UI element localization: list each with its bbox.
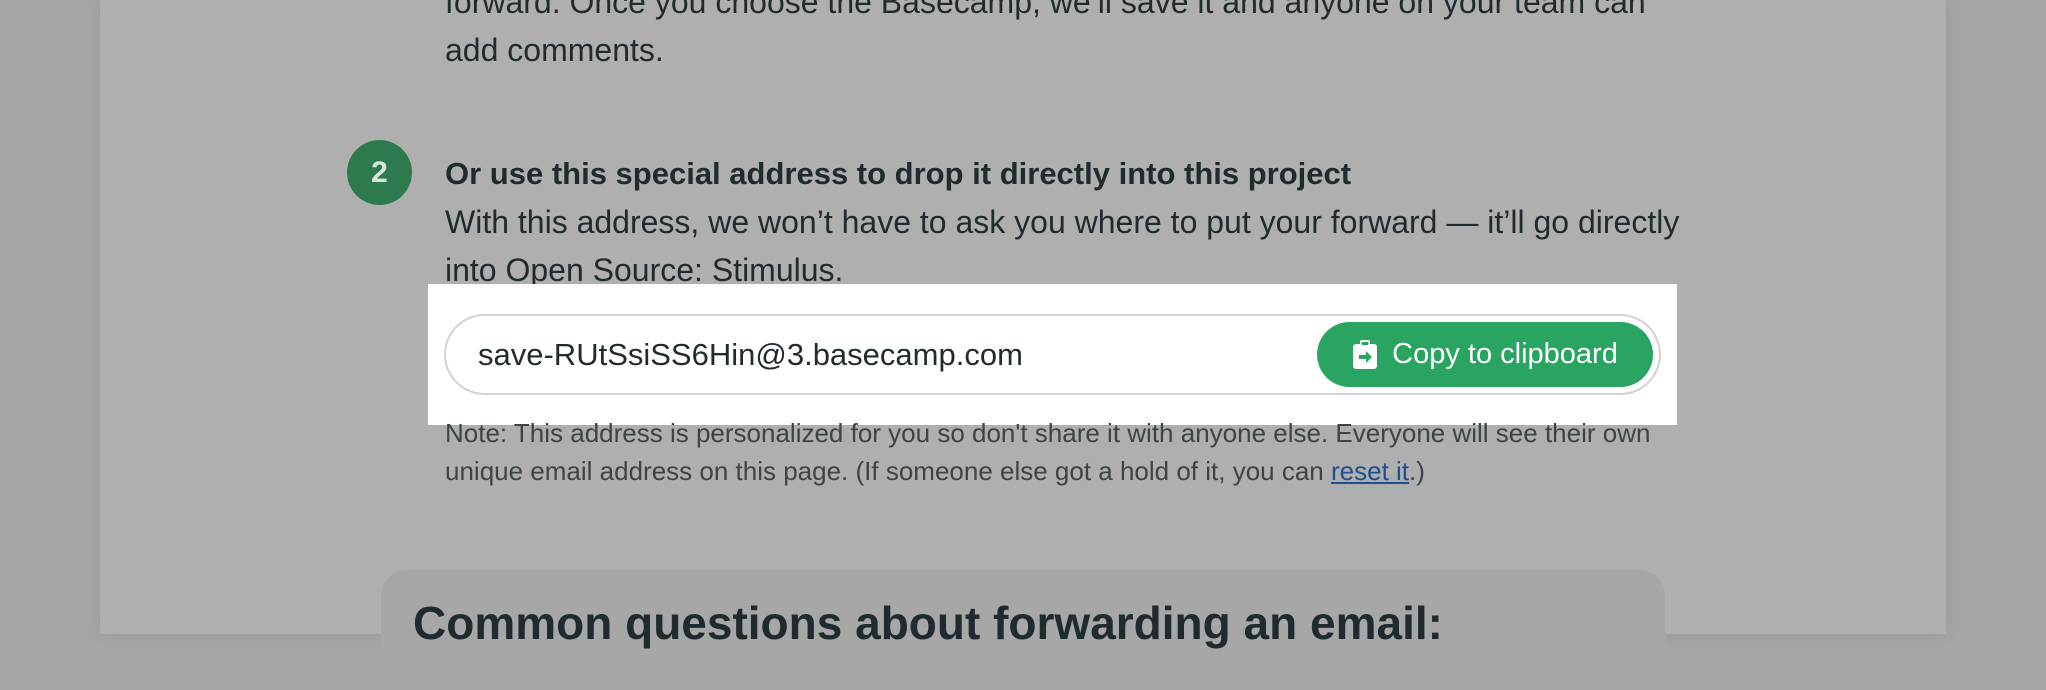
copy-to-clipboard-button[interactable]: Copy to clipboard <box>1317 322 1653 387</box>
step-title: Or use this special address to drop it d… <box>445 156 1352 191</box>
note-text: Note: This address is personalized for y… <box>445 418 1651 486</box>
step-number-badge: 2 <box>347 140 412 205</box>
step-description: With this address, we won’t have to ask … <box>445 204 1680 288</box>
copy-button-label: Copy to clipboard <box>1392 338 1618 370</box>
address-highlight: save-RUtSsiSS6Hin@3.basecamp.com Copy to… <box>428 284 1677 425</box>
privacy-note: Note: This address is personalized for y… <box>445 414 1685 490</box>
email-address-field[interactable]: save-RUtSsiSS6Hin@3.basecamp.com Copy to… <box>444 314 1661 395</box>
reset-address-link[interactable]: reset it <box>1331 456 1409 486</box>
faq-title: Common questions about forwarding an ema… <box>413 597 1443 649</box>
email-address-value[interactable]: save-RUtSsiSS6Hin@3.basecamp.com <box>478 316 1023 393</box>
note-text-end: .) <box>1409 456 1425 486</box>
faq-section: Common questions about forwarding an ema… <box>381 570 1665 690</box>
previous-step-text: forward. Once you choose the Basecamp, w… <box>445 0 1646 68</box>
clipboard-arrow-icon <box>1353 339 1378 369</box>
